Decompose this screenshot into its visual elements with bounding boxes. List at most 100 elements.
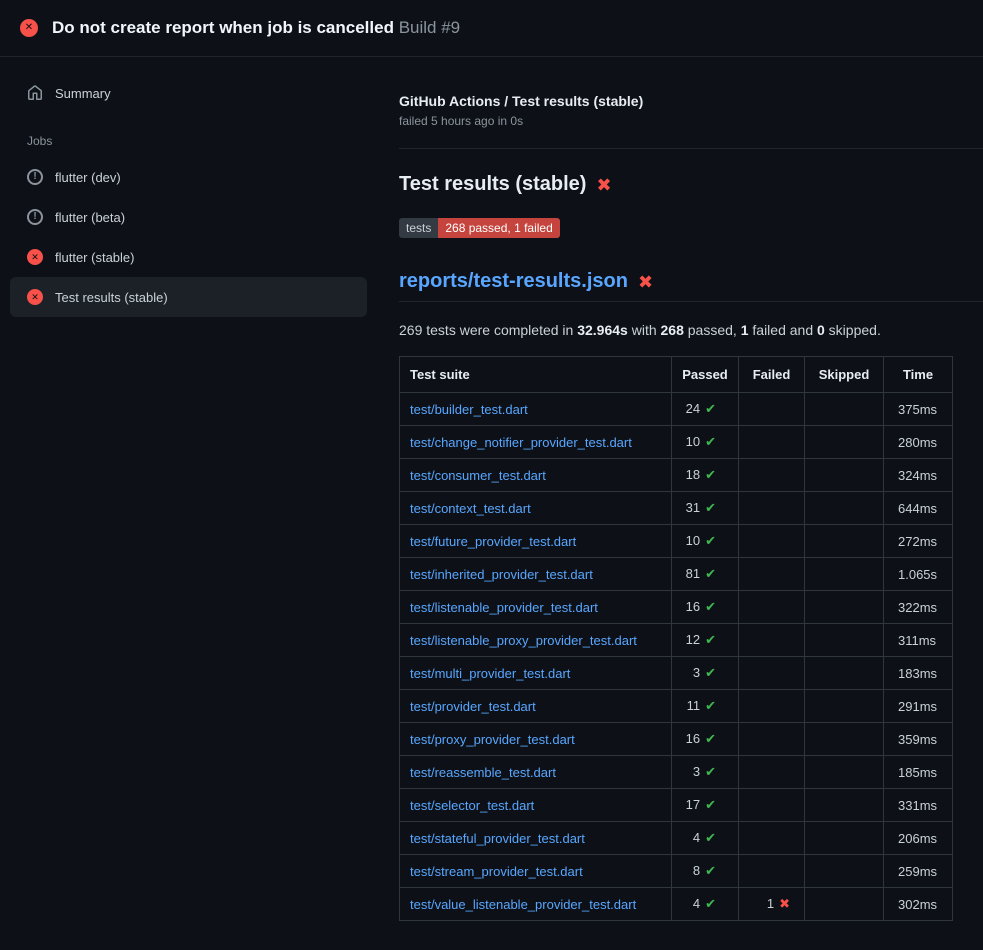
failed-cell xyxy=(739,525,805,558)
badge-label: tests xyxy=(399,218,438,238)
failed-cell xyxy=(739,690,805,723)
failed-cell: 1✖ xyxy=(739,888,805,921)
alert-circle-icon: ! xyxy=(27,209,43,225)
skipped-cell xyxy=(805,393,884,426)
test-suite-link[interactable]: test/value_listenable_provider_test.dart xyxy=(410,897,636,912)
passed-count: 18 xyxy=(686,467,700,482)
passed-cell: 4✔ xyxy=(672,822,739,855)
build-title-text: Do not create report when job is cancell… xyxy=(52,18,394,37)
test-suite-link[interactable]: test/builder_test.dart xyxy=(410,402,528,417)
fail-x-icon: ✖ xyxy=(596,176,611,194)
passed-cell: 16✔ xyxy=(672,723,739,756)
home-icon xyxy=(27,85,43,101)
skipped-cell xyxy=(805,822,884,855)
table-row: test/value_listenable_provider_test.dart… xyxy=(400,888,953,921)
sidebar-summary-label: Summary xyxy=(55,86,111,101)
check-icon: ✔ xyxy=(705,401,716,416)
passed-cell: 31✔ xyxy=(672,492,739,525)
test-suite-link[interactable]: test/listenable_provider_test.dart xyxy=(410,600,598,615)
time-cell: 280ms xyxy=(884,426,953,459)
table-row: test/change_notifier_provider_test.dart … xyxy=(400,426,953,459)
sidebar-job-item[interactable]: ! flutter (beta) xyxy=(10,197,367,237)
table-row: test/stream_provider_test.dart 8✔ 259ms xyxy=(400,855,953,888)
failed-count: 1 xyxy=(767,896,774,911)
x-circle-icon: ✕ xyxy=(27,249,43,265)
test-suite-link[interactable]: test/provider_test.dart xyxy=(410,699,536,714)
summary-text: 269 tests were completed in xyxy=(399,322,577,338)
check-icon: ✔ xyxy=(705,533,716,548)
skipped-cell xyxy=(805,426,884,459)
passed-cell: 81✔ xyxy=(672,558,739,591)
check-icon: ✔ xyxy=(705,698,716,713)
sidebar-job-item[interactable]: ✕ flutter (stable) xyxy=(10,237,367,277)
table-row: test/provider_test.dart 11✔ 291ms xyxy=(400,690,953,723)
time-cell: 302ms xyxy=(884,888,953,921)
summary-line: 269 tests were completed in 32.964s with… xyxy=(399,322,983,338)
summary-failed-count: 1 xyxy=(741,322,749,338)
section-title-text: Test results (stable) xyxy=(399,173,586,196)
time-cell: 183ms xyxy=(884,657,953,690)
test-suite-link[interactable]: test/future_provider_test.dart xyxy=(410,534,576,549)
check-icon: ✔ xyxy=(705,665,716,680)
sidebar-item-summary[interactable]: Summary xyxy=(10,73,367,113)
test-suite-link[interactable]: test/proxy_provider_test.dart xyxy=(410,732,575,747)
check-icon: ✔ xyxy=(705,731,716,746)
passed-cell: 4✔ xyxy=(672,888,739,921)
sidebar-job-item[interactable]: ✕ Test results (stable) xyxy=(10,277,367,317)
skipped-cell xyxy=(805,492,884,525)
failed-cell xyxy=(739,657,805,690)
test-suite-link[interactable]: test/context_test.dart xyxy=(410,501,531,516)
skipped-cell xyxy=(805,888,884,921)
table-row: test/reassemble_test.dart 3 ✔ 185ms xyxy=(400,756,953,789)
failed-cell xyxy=(739,855,805,888)
test-suite-link[interactable]: test/stream_provider_test.dart xyxy=(410,864,583,879)
passed-count: 3 xyxy=(693,764,700,779)
check-icon: ✔ xyxy=(705,830,716,845)
check-icon: ✔ xyxy=(705,764,716,779)
column-header-failed: Failed xyxy=(739,357,805,393)
passed-cell: 24✔ xyxy=(672,393,739,426)
skipped-cell xyxy=(805,624,884,657)
table-row: test/consumer_test.dart 18✔ 324ms xyxy=(400,459,953,492)
failed-cell xyxy=(739,756,805,789)
time-cell: 272ms xyxy=(884,525,953,558)
skipped-cell xyxy=(805,525,884,558)
jobs-section-heading: Jobs xyxy=(10,113,367,157)
test-suite-link[interactable]: test/stateful_provider_test.dart xyxy=(410,831,585,846)
passed-count: 31 xyxy=(686,500,700,515)
time-cell: 322ms xyxy=(884,591,953,624)
failed-cell xyxy=(739,393,805,426)
status-line: failed 5 hours ago in 0s xyxy=(399,114,983,128)
passed-cell: 12✔ xyxy=(672,624,739,657)
table-row: test/inherited_provider_test.dart 81✔ 1.… xyxy=(400,558,953,591)
test-suite-link[interactable]: test/inherited_provider_test.dart xyxy=(410,567,593,582)
report-file-link[interactable]: reports/test-results.json xyxy=(399,270,628,293)
job-label: flutter (stable) xyxy=(55,250,134,265)
time-cell: 185ms xyxy=(884,756,953,789)
job-label: flutter (dev) xyxy=(55,170,121,185)
test-suite-link[interactable]: test/selector_test.dart xyxy=(410,798,534,813)
passed-count: 81 xyxy=(686,566,700,581)
test-suite-link[interactable]: test/multi_provider_test.dart xyxy=(410,666,570,681)
test-suite-link[interactable]: test/reassemble_test.dart xyxy=(410,765,556,780)
column-header-test-suite: Test suite xyxy=(400,357,672,393)
test-suite-link[interactable]: test/change_notifier_provider_test.dart xyxy=(410,435,632,450)
x-circle-icon: ✕ xyxy=(20,19,38,37)
passed-cell: 11✔ xyxy=(672,690,739,723)
fail-x-icon: ✖ xyxy=(638,273,653,291)
time-cell: 1.065s xyxy=(884,558,953,591)
summary-passed-count: 268 xyxy=(661,322,684,338)
time-cell: 375ms xyxy=(884,393,953,426)
sidebar-job-item[interactable]: ! flutter (dev) xyxy=(10,157,367,197)
test-suite-link[interactable]: test/listenable_proxy_provider_test.dart xyxy=(410,633,637,648)
alert-circle-icon: ! xyxy=(27,169,43,185)
passed-count: 16 xyxy=(686,599,700,614)
time-cell: 644ms xyxy=(884,492,953,525)
x-circle-icon: ✕ xyxy=(27,289,43,305)
test-suite-link[interactable]: test/consumer_test.dart xyxy=(410,468,546,483)
report-title: reports/test-results.json ✖ xyxy=(399,270,983,302)
skipped-cell xyxy=(805,789,884,822)
time-cell: 324ms xyxy=(884,459,953,492)
passed-count: 12 xyxy=(686,632,700,647)
passed-count: 4 xyxy=(693,830,700,845)
